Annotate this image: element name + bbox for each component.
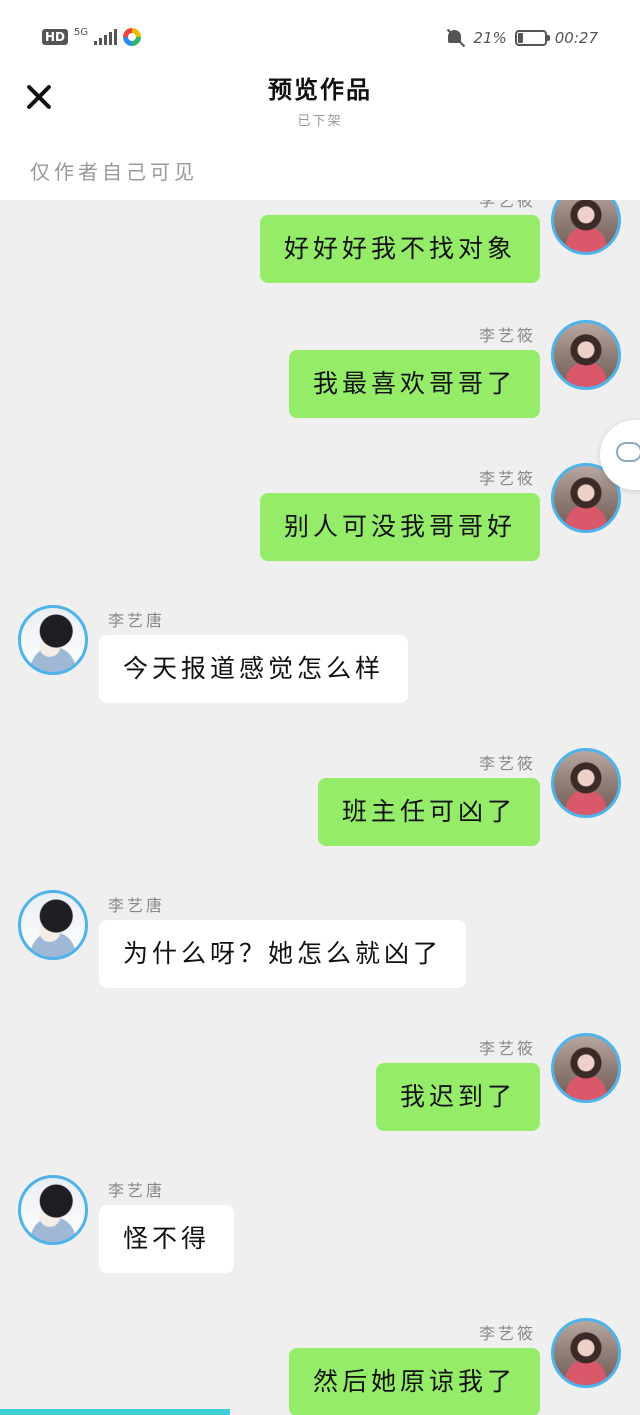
chat-message: 李艺筱然后她原谅我了 xyxy=(0,1318,640,1415)
sender-name: 李艺唐 xyxy=(108,1181,166,1200)
chat-message: 李艺筱班主任可凶了 xyxy=(0,748,640,878)
signal-icon xyxy=(94,29,118,45)
chat-area[interactable]: 李艺筱 好好好我不找对象 李艺筱 我最喜欢哥哥了 李艺筱 别人可没我哥哥好 李艺唐 今天报道感… xyxy=(0,200,640,1415)
reading-progress xyxy=(0,1409,640,1415)
page-title: 预览作品 xyxy=(268,76,372,104)
chat-message: 李艺筱我迟到了 xyxy=(0,1033,640,1163)
message-bubble: 今天报道感觉怎么样 xyxy=(99,635,409,703)
progress-fill xyxy=(0,1409,231,1415)
sender-name: 李艺筱 xyxy=(478,469,536,488)
preview-header: 预览作品 已下架 仅作者自己可见 xyxy=(0,60,640,200)
avatar[interactable] xyxy=(551,1033,621,1103)
sender-name: 李艺筱 xyxy=(478,1324,536,1343)
chat-message: 李艺筱好好好我不找对象 xyxy=(0,200,640,315)
avatar[interactable] xyxy=(18,890,88,960)
status-bar-right: 21% 00:27 xyxy=(445,28,598,48)
chat-message: 李艺唐为什么呀？她怎么就凶了 xyxy=(0,890,640,1020)
message-bubble: 为什么呀？她怎么就凶了 xyxy=(99,920,467,988)
message-bubble: 怪不得 xyxy=(99,1205,235,1273)
chat-message: 李艺筱我最喜欢哥哥了 xyxy=(0,320,640,450)
sender-name: 李艺筱 xyxy=(478,326,536,345)
message-bubble: 我迟到了 xyxy=(375,1063,540,1131)
avatar[interactable] xyxy=(551,748,621,818)
avatar[interactable] xyxy=(551,200,621,255)
hd-badge: HD xyxy=(42,29,69,45)
message-bubble: 班主任可凶了 xyxy=(317,778,540,846)
app-notification-icon xyxy=(123,28,142,46)
avatar[interactable] xyxy=(551,320,621,390)
network-type: 5G xyxy=(74,27,89,38)
sender-name: 李艺筱 xyxy=(478,200,536,210)
sender-name: 李艺筱 xyxy=(478,754,536,773)
message-bubble: 我最喜欢哥哥了 xyxy=(288,350,540,418)
message-bubble: 然后她原谅我了 xyxy=(288,1348,540,1415)
battery-percent: 21% xyxy=(473,29,507,47)
avatar[interactable] xyxy=(18,605,88,675)
chat-message: 李艺唐怪不得 xyxy=(0,1175,640,1305)
chat-message: 李艺唐今天报道感觉怎么样 xyxy=(0,605,640,735)
message-bubble: 别人可没我哥哥好 xyxy=(259,493,540,561)
status-bar-left: HD 5G xyxy=(42,27,142,46)
battery-icon xyxy=(514,30,550,46)
message-bubble: 好好好我不找对象 xyxy=(259,215,540,283)
clock: 00:27 xyxy=(554,29,598,47)
visibility-note: 仅作者自己可见 xyxy=(30,160,198,184)
sender-name: 李艺唐 xyxy=(108,896,166,915)
comment-bubble-icon xyxy=(616,442,640,462)
chat-message: 李艺筱别人可没我哥哥好 xyxy=(0,463,640,593)
bell-muted-icon xyxy=(445,28,465,48)
status-subtitle: 已下架 xyxy=(297,114,343,129)
battery-fill xyxy=(517,33,523,43)
avatar[interactable] xyxy=(18,1175,88,1245)
sender-name: 李艺筱 xyxy=(478,1039,536,1058)
sender-name: 李艺唐 xyxy=(108,611,166,630)
avatar[interactable] xyxy=(551,1318,621,1388)
